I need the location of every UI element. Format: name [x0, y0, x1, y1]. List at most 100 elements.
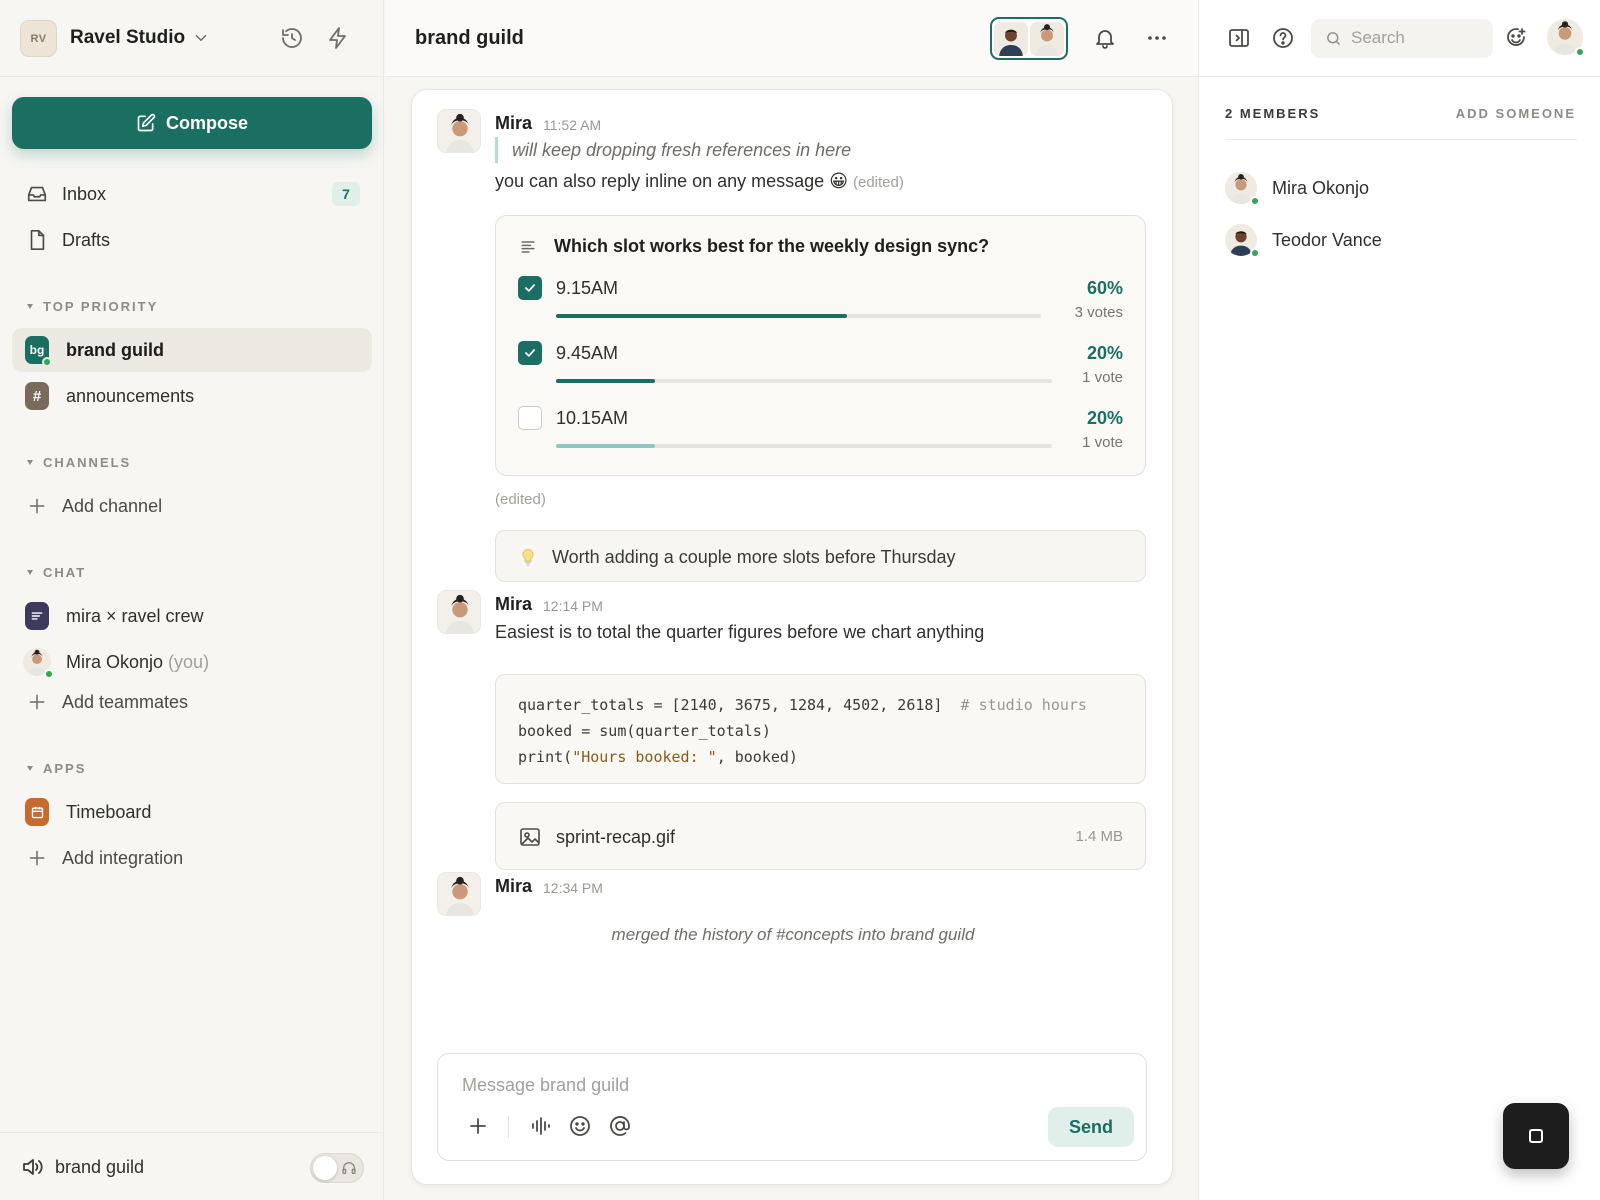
member-row[interactable]: Mira Okonjo — [1225, 171, 1370, 206]
page-title: brand guild — [415, 27, 524, 49]
system-message: merged the history of #concepts into bra… — [611, 925, 975, 944]
message-text: you can also reply inline on any message… — [495, 171, 904, 192]
message-list: Mira 11:52 AM will keep dropping fresh r… — [411, 89, 1173, 1185]
add-channel-button[interactable]: Add channel — [12, 484, 372, 528]
workspace-header: RV Ravel Studio — [0, 0, 384, 77]
hash-icon: # — [25, 382, 49, 410]
mention-icon[interactable] — [608, 1114, 632, 1138]
code-line: , booked) — [716, 748, 798, 766]
plus-icon[interactable] — [466, 1114, 490, 1138]
avatar[interactable] — [437, 109, 481, 153]
document-icon — [25, 228, 49, 252]
workspace-logo[interactable]: RV — [20, 20, 57, 57]
section-title: CHAT — [43, 565, 87, 580]
add-someone-button[interactable]: ADD SOMEONE — [1456, 106, 1576, 121]
bell-icon[interactable] — [1093, 26, 1117, 50]
help-icon[interactable] — [1271, 26, 1295, 50]
code-block[interactable]: quarter_totals = [2140, 3675, 1284, 4502… — [495, 674, 1146, 784]
search-icon — [1327, 32, 1340, 45]
member-row[interactable]: Teodor Vance — [1225, 223, 1382, 258]
channel-icon: bg — [25, 336, 52, 367]
history-icon[interactable] — [280, 26, 304, 50]
section-header-chat[interactable]: CHAT — [27, 565, 86, 580]
huddle-channel-label: brand guild — [55, 1157, 145, 1177]
message-text: Easiest is to total the quarter figures … — [495, 622, 985, 642]
sidebar-item-drafts[interactable]: Drafts — [12, 218, 372, 262]
poll-option-checkbox[interactable] — [518, 276, 542, 300]
sidebar-item-inbox[interactable]: Inbox 7 — [12, 172, 372, 216]
toggle-panel-icon[interactable] — [1227, 26, 1251, 50]
message-timestamp: 12:14 PM — [543, 598, 603, 614]
online-dot — [1575, 47, 1585, 57]
message-author[interactable]: Mira — [495, 876, 532, 897]
man-avatar-icon — [994, 21, 1028, 56]
poll-bar-track — [556, 444, 1052, 448]
send-button[interactable]: Send — [1048, 1107, 1134, 1147]
compose-button[interactable]: Compose — [12, 97, 372, 149]
poll-option-percent: 60% — [1086, 278, 1123, 298]
section-header-top-priority[interactable]: TOP PRIORITY — [27, 299, 158, 314]
member-name: Teodor Vance — [1272, 229, 1382, 250]
add-reaction-icon[interactable] — [1504, 26, 1528, 50]
avatar[interactable] — [437, 872, 481, 916]
more-options-icon[interactable] — [1145, 26, 1169, 50]
poll-option-votes: 1 vote — [1082, 369, 1123, 386]
poll-bar-track — [556, 379, 1052, 383]
huddle-toggle[interactable] — [310, 1153, 364, 1183]
grinning-emoji-icon: 😀 — [829, 171, 848, 191]
plus-icon — [25, 690, 49, 714]
sidebar-item-mira-ravel-crew[interactable]: mira × ravel crew — [12, 594, 372, 638]
message-author[interactable]: Mira — [495, 113, 532, 134]
poll-bar-track — [556, 314, 1041, 318]
message-author[interactable]: Mira — [495, 594, 532, 615]
sidebar-item-brand-guild[interactable]: bg brand guild — [12, 328, 372, 372]
image-file-icon — [520, 828, 540, 846]
headphones-icon — [342, 1162, 356, 1174]
poll-option-label[interactable]: 10.15AM — [556, 408, 628, 429]
file-name: sprint-recap.gif — [556, 827, 676, 847]
poll-option-checkbox[interactable] — [518, 406, 542, 430]
woman-avatar-icon — [1030, 21, 1064, 56]
avatar[interactable] — [437, 590, 481, 634]
section-header-channels[interactable]: CHANNELS — [27, 455, 131, 470]
sidebar-item-label: announcements — [66, 385, 195, 406]
search-input[interactable] — [1351, 27, 1481, 49]
code-line: print( — [518, 748, 573, 766]
emoji-icon[interactable] — [568, 1114, 592, 1138]
message-input[interactable] — [462, 1070, 1102, 1100]
sidebar-item-timeboard[interactable]: Timeboard — [12, 790, 372, 834]
channel-members-button[interactable] — [990, 17, 1068, 60]
online-dot — [1250, 248, 1260, 258]
poll-bar-fill — [556, 444, 656, 448]
chevron-down-icon[interactable] — [192, 29, 210, 47]
audio-waveform-icon[interactable] — [529, 1114, 553, 1138]
quoted-reply[interactable]: will keep dropping fresh references in h… — [495, 137, 851, 163]
poll-option-label[interactable]: 9.45AM — [556, 343, 618, 364]
sidebar-item-announcements[interactable]: # announcements — [12, 374, 372, 418]
search-box[interactable] — [1311, 19, 1493, 58]
add-teammates-button[interactable]: Add teammates — [12, 680, 372, 724]
lightning-icon[interactable] — [326, 26, 350, 50]
section-header-apps[interactable]: APPS — [27, 761, 86, 776]
inbox-count-badge: 7 — [332, 182, 360, 206]
check-icon — [525, 284, 535, 292]
file-size: 1.4 MB — [1075, 828, 1123, 845]
tip-text: Worth adding a couple more slots before … — [552, 547, 956, 567]
member-name: Mira Okonjo — [1272, 177, 1370, 198]
sidebar-item-label: Timeboard — [66, 801, 152, 822]
section-title: TOP PRIORITY — [43, 299, 159, 314]
poll-option-votes: 1 vote — [1082, 434, 1123, 451]
poll-option-checkbox[interactable] — [518, 341, 542, 365]
workspace-name[interactable]: Ravel Studio — [70, 27, 185, 49]
code-comment: # studio hours — [960, 696, 1087, 714]
speaker-icon[interactable] — [20, 1155, 44, 1179]
section-title: APPS — [43, 761, 87, 776]
poll-card: Which slot works best for the weekly des… — [495, 215, 1146, 476]
poll-option-label[interactable]: 9.15AM — [556, 278, 618, 299]
channel-header: brand guild — [385, 0, 1198, 77]
file-attachment[interactable]: sprint-recap.gif 1.4 MB — [495, 802, 1146, 870]
add-integration-button[interactable]: Add integration — [12, 836, 372, 880]
floating-action-button[interactable] — [1503, 1103, 1569, 1169]
group-chat-icon — [25, 602, 49, 630]
sidebar-item-mira-okonjo[interactable]: Mira Okonjo (you) — [12, 640, 372, 684]
